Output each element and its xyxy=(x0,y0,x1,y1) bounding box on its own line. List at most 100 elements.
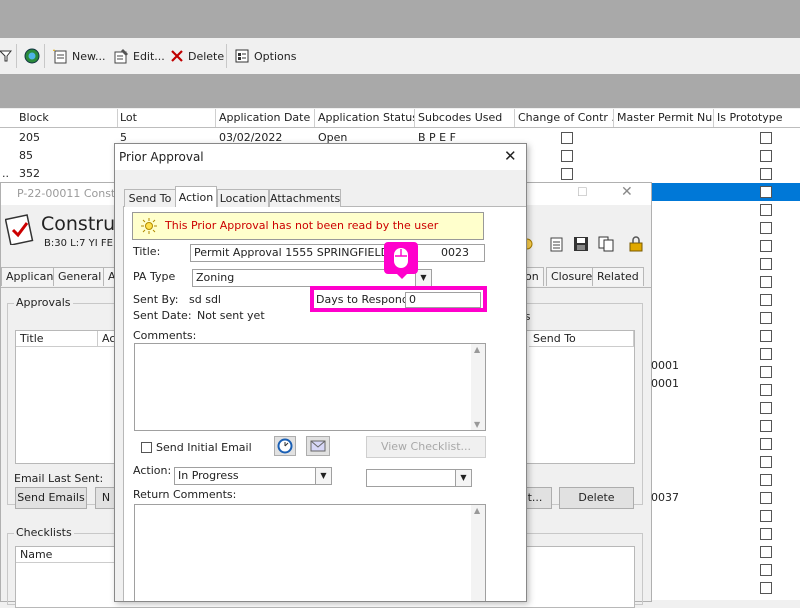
checkbox-change-of-contractor[interactable] xyxy=(561,168,573,180)
return-comments-textarea[interactable]: ▲ xyxy=(134,504,486,601)
permit-header: Construc xyxy=(41,213,126,235)
return-comments-scrollbar[interactable]: ▲ xyxy=(471,505,485,601)
options-icon xyxy=(235,49,249,63)
options-button[interactable]: Options xyxy=(234,46,296,66)
tab-general[interactable]: General xyxy=(53,267,107,286)
checkbox-is-prototype[interactable] xyxy=(760,564,772,576)
tab-related[interactable]: Related xyxy=(592,267,644,286)
comments-textarea[interactable]: ▲ ▼ xyxy=(134,343,486,431)
sent-date-label: Sent Date: xyxy=(133,309,192,322)
checkbox-is-prototype[interactable] xyxy=(760,186,772,198)
checkbox-is-prototype[interactable] xyxy=(760,582,772,594)
pa-type-label: PA Type xyxy=(133,270,176,283)
column-header-application-status[interactable]: Application Status xyxy=(315,109,415,127)
days-to-respond-field[interactable]: 0 xyxy=(405,292,481,308)
scroll-up-icon[interactable]: ▲ xyxy=(474,506,480,515)
checkbox-change-of-contractor[interactable] xyxy=(561,150,573,162)
column-header-subcodes-used[interactable]: Subcodes Used xyxy=(415,109,515,127)
column-header-master-permit-number[interactable]: Master Permit Nu... xyxy=(614,109,714,127)
action-value: In Progress xyxy=(178,469,239,482)
edit-button[interactable]: Edit... xyxy=(113,46,165,66)
maximize-icon[interactable]: ☐ xyxy=(577,185,588,199)
options-button-label: Options xyxy=(254,49,297,63)
filter-button[interactable] xyxy=(0,46,12,66)
checkbox-change-of-contractor[interactable] xyxy=(561,132,573,144)
close-icon[interactable]: ✕ xyxy=(621,184,633,200)
master-permit-value: 0001 xyxy=(651,359,679,372)
checkbox-is-prototype[interactable] xyxy=(760,294,772,306)
chevron-down-icon[interactable]: ▼ xyxy=(315,468,331,484)
clipboard-check-icon xyxy=(5,214,34,245)
checklists-label: Checklists xyxy=(14,526,74,539)
checkbox-is-prototype[interactable] xyxy=(760,330,772,342)
checkbox-is-prototype[interactable] xyxy=(760,150,772,162)
toolbar-separator xyxy=(44,44,45,68)
checkbox-is-prototype[interactable] xyxy=(760,222,772,234)
new-document-icon[interactable] xyxy=(548,236,564,252)
column-header-change-of-contractor[interactable]: Change of Contr ... xyxy=(515,109,614,127)
column-header-block[interactable]: Block xyxy=(16,109,118,127)
secondary-select[interactable]: ▼ xyxy=(366,469,472,487)
checkbox-is-prototype[interactable] xyxy=(760,312,772,324)
delete-approval-button[interactable]: Delete xyxy=(559,487,634,509)
email-button[interactable] xyxy=(306,436,330,456)
comments-label: Comments: xyxy=(133,329,197,342)
comments-scrollbar[interactable]: ▲ ▼ xyxy=(471,344,485,430)
lock-icon[interactable] xyxy=(629,236,643,252)
checkbox-is-prototype[interactable] xyxy=(760,276,772,288)
title-field-value: Permit Approval 1555 SPRINGFIELD AVE xyxy=(194,246,414,259)
clock-button[interactable] xyxy=(274,436,296,456)
checkbox-is-prototype[interactable] xyxy=(760,366,772,378)
delete-button-label: Delete xyxy=(188,49,225,63)
master-permit-value: 0037 xyxy=(651,491,679,504)
tab-location[interactable]: Location xyxy=(217,189,269,207)
cell-row-prefix: .. xyxy=(2,167,9,180)
checkbox-is-prototype[interactable] xyxy=(760,402,772,414)
delete-button[interactable]: Delete xyxy=(170,46,224,66)
new-button-label: New... xyxy=(72,49,106,63)
action-select[interactable]: In Progress ▼ xyxy=(174,467,332,485)
tab-action[interactable]: Action xyxy=(175,186,217,209)
checkbox-is-prototype[interactable] xyxy=(760,132,772,144)
edit-button-label: Edit... xyxy=(133,49,165,63)
checkbox-is-prototype[interactable] xyxy=(760,474,772,486)
checkbox-is-prototype[interactable] xyxy=(760,168,772,180)
checkbox-is-prototype[interactable] xyxy=(760,204,772,216)
save-icon[interactable] xyxy=(573,236,589,252)
checkbox-is-prototype[interactable] xyxy=(760,546,772,558)
send-emails-button[interactable]: Send Emails xyxy=(15,487,87,509)
checkbox-is-prototype[interactable] xyxy=(760,420,772,432)
checkbox-is-prototype[interactable] xyxy=(760,438,772,450)
checkbox-is-prototype[interactable] xyxy=(760,510,772,522)
close-icon[interactable]: ✕ xyxy=(504,147,517,165)
checkbox-is-prototype[interactable] xyxy=(760,240,772,252)
checkbox-is-prototype[interactable] xyxy=(760,384,772,396)
tab-closure[interactable]: Closure xyxy=(546,267,598,286)
copy-icon[interactable] xyxy=(598,236,614,252)
checkbox-is-prototype[interactable] xyxy=(760,258,772,270)
search-button[interactable] xyxy=(24,46,40,66)
column-header-title[interactable]: Title xyxy=(16,331,98,347)
title-field[interactable]: Permit Approval 1555 SPRINGFIELD AVE 002… xyxy=(190,244,485,262)
chevron-down-icon[interactable]: ▼ xyxy=(415,270,431,286)
checkbox-is-prototype[interactable] xyxy=(760,456,772,468)
action-label: Action: xyxy=(133,464,172,477)
scroll-up-icon[interactable]: ▲ xyxy=(474,345,480,354)
column-header-send-to[interactable]: Send To xyxy=(529,331,634,347)
tab-attachments[interactable]: Attachments xyxy=(269,189,341,207)
permit-window-title: P-22-00011 Constr xyxy=(17,187,120,200)
tab-send-to[interactable]: Send To xyxy=(124,189,176,207)
checkbox-is-prototype[interactable] xyxy=(760,528,772,540)
column-header-name[interactable]: Name xyxy=(16,547,116,563)
checkbox-is-prototype[interactable] xyxy=(760,348,772,360)
chevron-down-icon[interactable]: ▼ xyxy=(455,470,471,486)
column-header-application-date[interactable]: Application Date xyxy=(216,109,315,127)
column-header-lot[interactable]: Lot xyxy=(117,109,216,127)
mouse-icon xyxy=(394,248,408,268)
scroll-down-icon[interactable]: ▼ xyxy=(474,420,480,429)
checkbox-is-prototype[interactable] xyxy=(760,492,772,504)
column-header-is-prototype[interactable]: Is Prototype xyxy=(714,109,800,127)
new-button[interactable]: New... xyxy=(52,46,105,66)
view-checklist-button[interactable]: View Checklist... xyxy=(366,436,486,458)
send-initial-email-checkbox[interactable] xyxy=(141,442,152,453)
